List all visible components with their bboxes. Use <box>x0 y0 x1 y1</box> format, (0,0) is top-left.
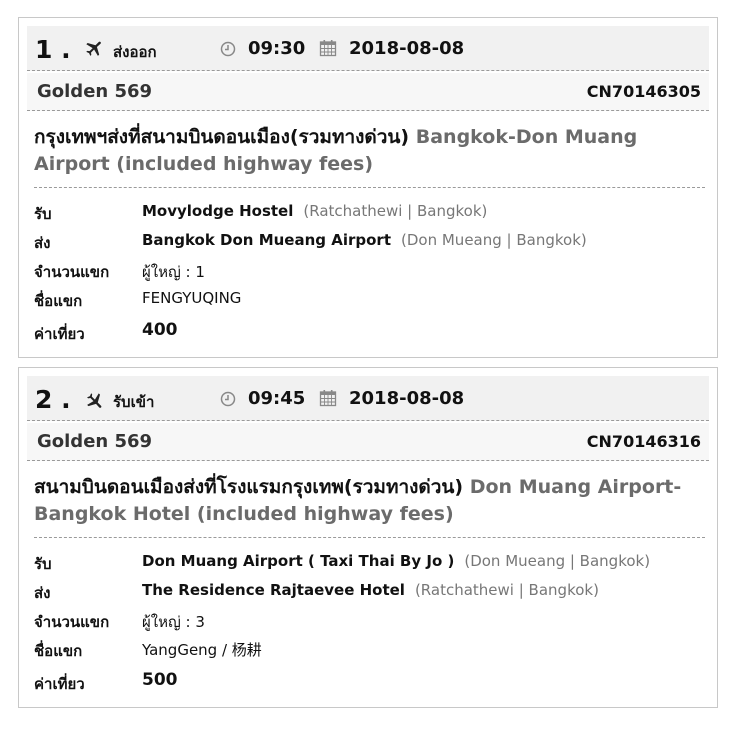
dropoff-area: (Ratchathewi | Bangkok) <box>414 581 599 599</box>
dropoff-area: (Don Mueang | Bangkok) <box>401 231 587 249</box>
route-thai: กรุงเทพฯส่งที่สนามบินดอนเมือง(รวมทางด่วน… <box>34 126 410 148</box>
clock-icon <box>220 41 236 57</box>
pickup-place: Don Muang Airport ( Taxi Thai By Jo ) <box>142 552 455 570</box>
route-title: กรุงเทพฯส่งที่สนามบินดอนเมือง(รวมทางด่วน… <box>34 124 705 188</box>
passenger-count-value: ผู้ใหญ่ : 3 <box>142 613 205 631</box>
pickup-value: Movylodge Hostel (Ratchathewi | Bangkok) <box>142 202 487 220</box>
pickup-time: 09:30 <box>248 38 306 59</box>
pickup-time: 09:45 <box>248 388 306 409</box>
booking-index: 1 . <box>35 35 71 64</box>
pickup-label: รับ <box>34 205 52 223</box>
guest-name-row: ชื่อแขก FENGYUQING <box>34 285 705 314</box>
booking-details: รับ Movylodge Hostel (Ratchathewi | Bangk… <box>34 198 705 348</box>
passenger-count-label: จำนวนแขก <box>34 263 110 281</box>
guest-name-label: ชื่อแขก <box>34 292 83 310</box>
passenger-count-label: จำนวนแขก <box>34 613 110 631</box>
plane-arrival-icon <box>83 390 103 410</box>
pickup-area: (Ratchathewi | Bangkok) <box>303 202 488 220</box>
trip-direction: ส่งออก <box>113 43 157 61</box>
guest-name-label: ชื่อแขก <box>34 642 83 660</box>
booking-code: CN70146316 <box>586 432 701 451</box>
fare-value: 500 <box>142 670 178 690</box>
dropoff-row: ส่ง Bangkok Don Mueang Airport (Don Muean… <box>34 227 705 256</box>
plane-departure-icon <box>83 40 103 60</box>
passenger-count-value: ผู้ใหญ่ : 1 <box>142 263 205 281</box>
dropoff-place: The Residence Rajtaevee Hotel <box>142 581 405 599</box>
pickup-label: รับ <box>34 555 52 573</box>
dropoff-value: Bangkok Don Mueang Airport (Don Mueang | … <box>142 231 587 249</box>
fare-value: 400 <box>142 320 178 340</box>
route-title: สนามบินดอนเมืองส่งที่โรงแรมกรุงเทพ(รวมทา… <box>34 474 705 538</box>
dropoff-label: ส่ง <box>34 234 51 252</box>
trip-direction: รับเข้า <box>113 393 155 411</box>
pickup-place: Movylodge Hostel <box>142 202 294 220</box>
dropoff-label: ส่ง <box>34 584 51 602</box>
company-name: Golden 569 <box>37 81 153 102</box>
booking-details: รับ Don Muang Airport ( Taxi Thai By Jo … <box>34 548 705 698</box>
booking-code: CN70146305 <box>586 82 701 101</box>
booking-header: 2 . รับเข้า 09:45 2018-08-08 <box>27 376 709 421</box>
booking-index: 2 . <box>35 385 71 414</box>
pickup-value: Don Muang Airport ( Taxi Thai By Jo ) (Do… <box>142 552 650 570</box>
passenger-count-row: จำนวนแขก ผู้ใหญ่ : 1 <box>34 256 705 285</box>
dropoff-value: The Residence Rajtaevee Hotel (Ratchathew… <box>142 581 599 599</box>
fare-label: ค่าเที่ยว <box>34 325 85 343</box>
pickup-row: รับ Movylodge Hostel (Ratchathewi | Bangk… <box>34 198 705 227</box>
booking-card: 2 . รับเข้า 09:45 2018-08-08 Golden 569 … <box>18 367 718 708</box>
pickup-area: (Don Mueang | Bangkok) <box>464 552 651 570</box>
guest-name-value: FENGYUQING <box>142 289 242 307</box>
company-name: Golden 569 <box>37 431 153 452</box>
fare-row: ค่าเที่ยว 500 <box>34 664 705 698</box>
booking-card: 1 . ส่งออก 09:30 2018-08-08 Golden 569 C… <box>18 17 718 358</box>
booking-subheader: Golden 569 CN70146305 <box>27 73 709 111</box>
pickup-date: 2018-08-08 <box>349 38 465 59</box>
route-thai: สนามบินดอนเมืองส่งที่โรงแรมกรุงเทพ(รวมทา… <box>34 476 464 498</box>
booking-subheader: Golden 569 CN70146316 <box>27 423 709 461</box>
passenger-count-row: จำนวนแขก ผู้ใหญ่ : 3 <box>34 606 705 635</box>
pickup-row: รับ Don Muang Airport ( Taxi Thai By Jo … <box>34 548 705 577</box>
pickup-date: 2018-08-08 <box>349 388 465 409</box>
booking-header: 1 . ส่งออก 09:30 2018-08-08 <box>27 26 709 71</box>
guest-name-value: YangGeng / 杨耕 <box>142 641 262 659</box>
clock-icon <box>220 391 236 407</box>
guest-name-row: ชื่อแขก YangGeng / 杨耕 <box>34 635 705 664</box>
fare-label: ค่าเที่ยว <box>34 675 85 693</box>
dropoff-row: ส่ง The Residence Rajtaevee Hotel (Ratcha… <box>34 577 705 606</box>
fare-row: ค่าเที่ยว 400 <box>34 314 705 348</box>
dropoff-place: Bangkok Don Mueang Airport <box>142 231 392 249</box>
calendar-icon <box>319 39 337 57</box>
calendar-icon <box>319 389 337 407</box>
